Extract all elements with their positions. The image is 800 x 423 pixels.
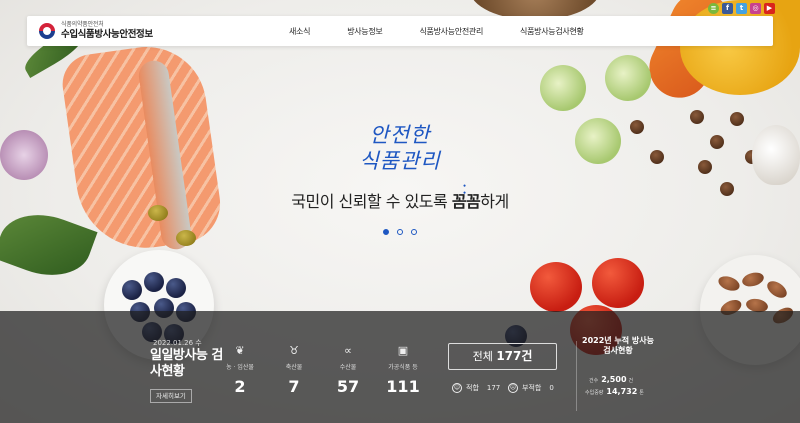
naver-blog-icon[interactable]: ≡ (708, 3, 719, 14)
hero-title-line1: 안전한 (369, 123, 431, 147)
sprout-image (575, 118, 621, 164)
category-label: 농 · 임산물 (226, 364, 254, 371)
pass-result: ☺ 적합 177 (452, 383, 500, 393)
annual-count-value: 2,500 (601, 375, 627, 384)
frown-icon: ☹ (508, 383, 518, 393)
logo-site-name: 수입식품방사능안전정보 (61, 29, 153, 41)
facebook-icon[interactable]: f (722, 3, 733, 14)
leaf-image (0, 201, 98, 289)
nav-food-radiation-inspection[interactable]: 식품방사능검사현황 (520, 26, 584, 37)
hero-title: 안전한 식품관리 (300, 122, 500, 174)
daily-inspection-panel: 2022.01.26 수 일일방사능 검사현황 자세히보기 ❦ 농 · 임산물 … (0, 311, 800, 423)
processed-food-icon: ▣ (397, 344, 409, 357)
fail-label: 부적합 (522, 384, 542, 392)
annual-count-unit: 건 (628, 378, 634, 384)
category-label: 가공식품 등 (388, 364, 418, 371)
slide-dot-3[interactable] (411, 229, 417, 235)
category-agricultural[interactable]: ❦ 농 · 임산물 2 (210, 344, 270, 396)
hero-subtitle-emphasis: 꼼꼼 (452, 192, 481, 211)
fail-value: 0 (549, 384, 554, 392)
livestock-icon: ♉ (289, 344, 299, 357)
annual-weight-row: 수입중량 14,732 톤 (585, 387, 644, 396)
fail-result: ☹ 부적합 0 (508, 383, 554, 393)
nav-radiation-info[interactable]: 방사능정보 (347, 26, 383, 37)
category-livestock[interactable]: ♉ 축산물 7 (264, 344, 324, 396)
annual-title: 2022년 누적 방사능 검사현황 (582, 336, 654, 355)
annual-weight-value: 14,732 (606, 387, 638, 396)
nav-food-radiation-safety[interactable]: 식품방사능안전관리 (420, 26, 484, 37)
sprout-image (540, 65, 586, 111)
olive-image (176, 230, 196, 246)
government-emblem-icon (39, 23, 55, 39)
total-label: 전체 (472, 350, 497, 363)
annual-weight-label: 수입중량 (585, 390, 604, 396)
pass-value: 177 (486, 384, 501, 392)
pumpkin-image (680, 0, 800, 95)
site-logo[interactable]: 식품의약품안전처 수입식품방사능안전정보 (39, 22, 259, 40)
annual-weight-unit: 톤 (639, 390, 644, 396)
sprout-image (605, 55, 651, 101)
category-processed[interactable]: ▣ 가공식품 등 111 (373, 344, 433, 396)
twitter-icon[interactable]: t (736, 3, 747, 14)
category-value: 7 (288, 377, 300, 396)
nav-news[interactable]: 새소식 (289, 26, 310, 37)
main-nav: 새소식 방사능정보 식품방사능안전관리 식품방사능검사현황 (289, 26, 584, 37)
fish-icon: ∝ (344, 344, 352, 357)
category-label: 축산물 (285, 364, 303, 371)
total-value: 177건 (496, 349, 533, 363)
top-navigation-bar: 식품의약품안전처 수입식품방사능안전정보 새소식 방사능정보 식품방사능안전관리… (27, 16, 773, 46)
olive-image (148, 205, 168, 221)
smile-icon: ☺ (452, 383, 462, 393)
pass-label: 적합 (466, 384, 479, 392)
category-value: 111 (386, 377, 420, 396)
total-count-box: 전체 177건 (448, 343, 557, 370)
hero-title-line2: 식품관리 (359, 149, 441, 173)
logo-org-name: 식품의약품안전처 (61, 21, 104, 29)
youtube-icon[interactable]: ▶ (764, 3, 775, 14)
tomato-image (530, 262, 582, 312)
hero-subtitle-prefix: 국민이 신뢰할 수 있도록 (291, 192, 452, 211)
hero-subtitle-suffix: 하게 (480, 192, 509, 211)
wheat-icon: ❦ (235, 344, 245, 357)
garlic-image (752, 125, 800, 185)
category-marine[interactable]: ∝ 수산물 57 (318, 344, 378, 396)
view-details-button[interactable]: 자세히보기 (150, 389, 192, 403)
category-label: 수산물 (339, 364, 357, 371)
slide-dot-1[interactable] (383, 229, 389, 235)
category-value: 2 (234, 377, 246, 396)
category-value: 57 (336, 377, 360, 396)
slide-dot-2[interactable] (397, 229, 403, 235)
divider (576, 341, 577, 411)
annual-count-label: 건수 (589, 378, 599, 384)
slide-pagination (383, 229, 417, 235)
annual-count-row: 건수 2,500 건 (589, 375, 633, 384)
hero-subtitle: 국민이 신뢰할 수 있도록 꼼꼼하게 (250, 188, 550, 212)
instagram-icon[interactable]: ◎ (750, 3, 761, 14)
cauliflower-image (0, 130, 48, 180)
inspection-date: 2022.01.26 수 (153, 339, 202, 347)
tomato-image (592, 258, 644, 308)
social-links: ≡ f t ◎ ▶ (708, 3, 775, 14)
